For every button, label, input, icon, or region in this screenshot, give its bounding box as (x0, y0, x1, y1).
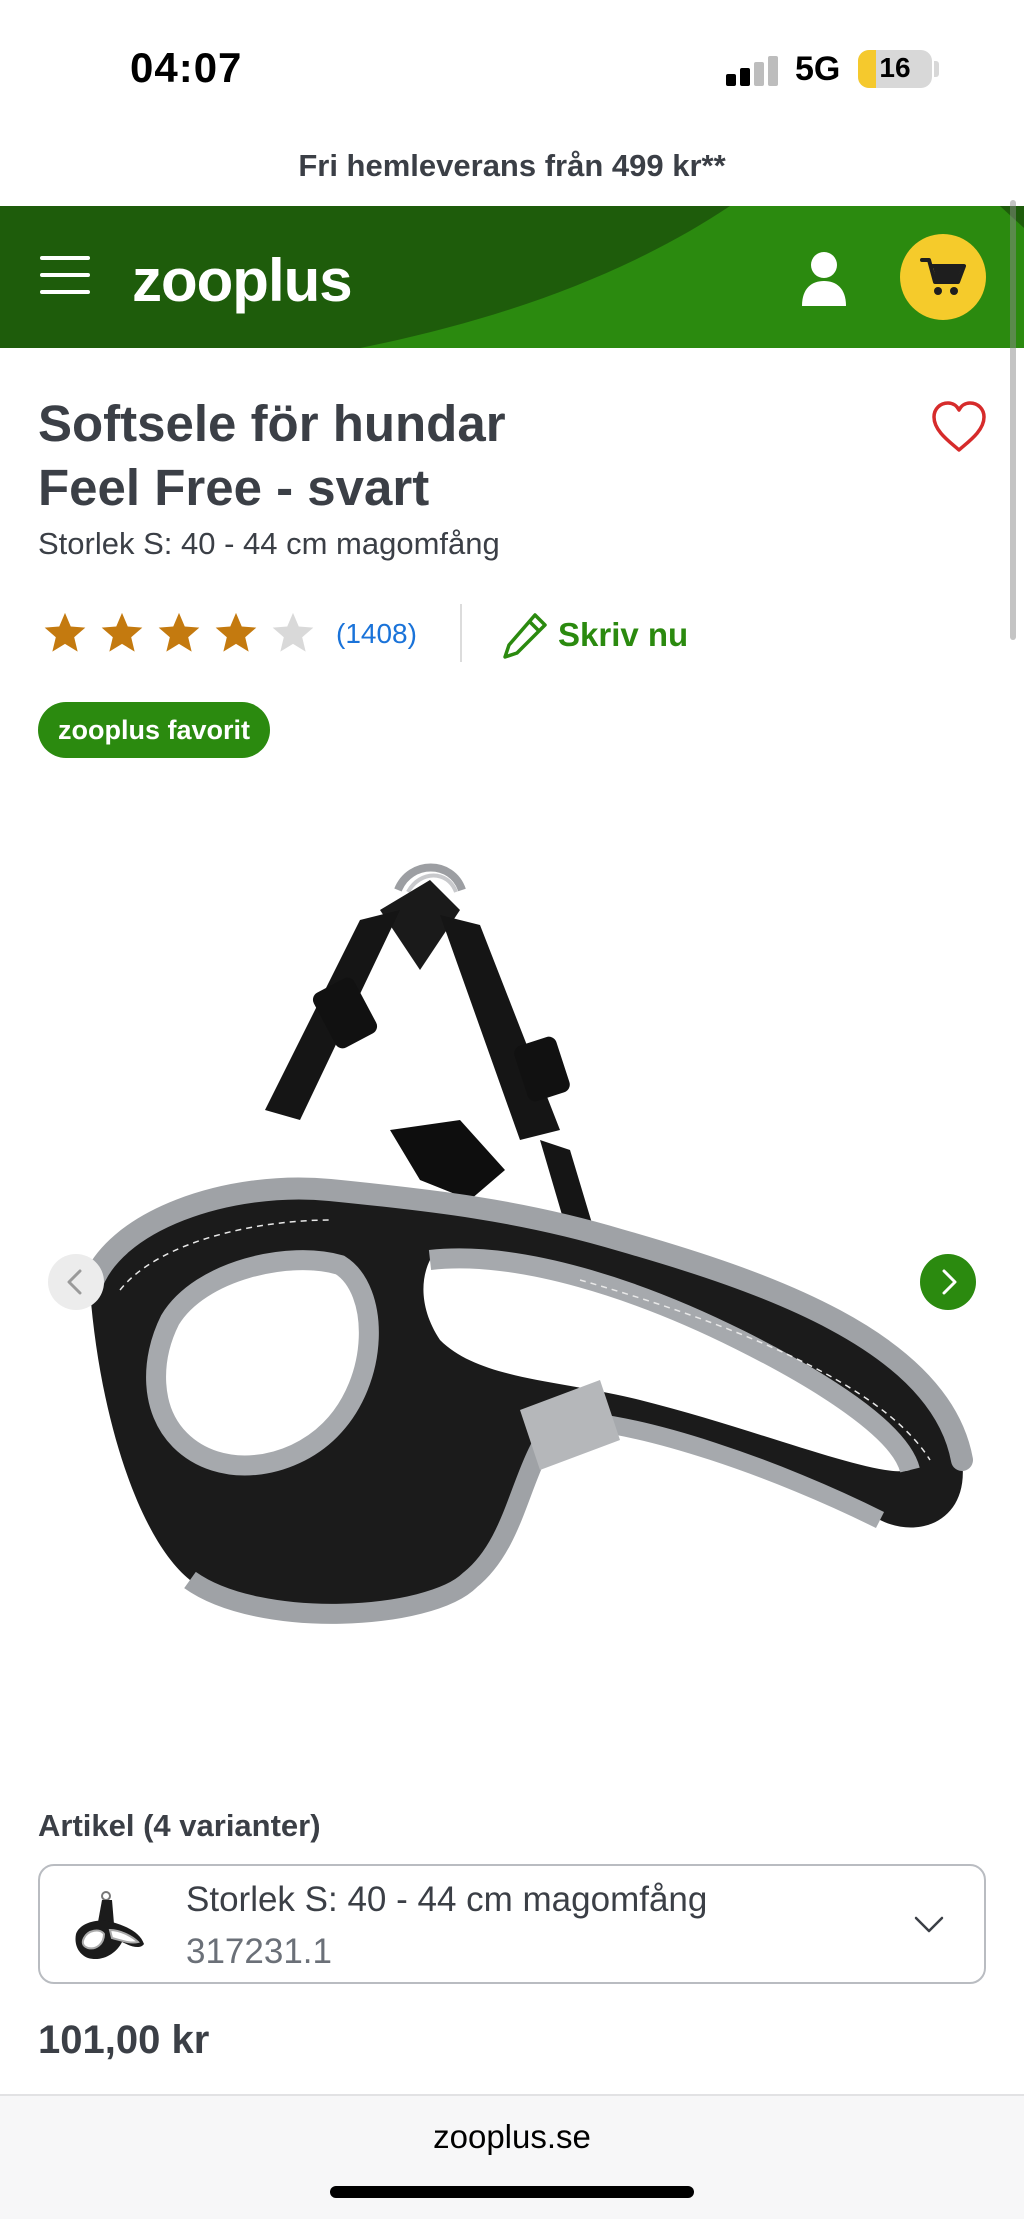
cart-icon (920, 258, 966, 295)
site-header: zooplus (0, 206, 1024, 348)
write-review-label: Skriv nu (558, 616, 689, 653)
menu-button[interactable] (40, 256, 90, 296)
cart-button[interactable] (900, 234, 986, 320)
battery-level: 16 (879, 52, 911, 83)
variant-dropdown[interactable]: Storlek S: 40 - 44 cm magomfång 317231.1 (38, 1864, 986, 1984)
variant-thumbnail (75, 1891, 144, 1960)
status-time: 04:07 (130, 44, 243, 91)
page-scrollbar[interactable] (1010, 200, 1016, 640)
battery-tip (934, 61, 939, 77)
variant-name: Storlek S: 40 - 44 cm magomfång (186, 1880, 708, 1919)
review-count-link[interactable]: (1408) (336, 618, 417, 650)
browser-url[interactable]: zooplus.se (0, 2118, 1024, 2156)
user-icon (802, 252, 846, 306)
delivery-promo[interactable]: Fri hemleverans från 499 kr** (0, 148, 1024, 184)
browser-address-bar[interactable]: zooplus.se (0, 2094, 1024, 2219)
status-bar: 04:07 5G 16 (0, 0, 1024, 140)
product-image (79, 863, 973, 1624)
home-indicator[interactable] (330, 2186, 694, 2198)
gallery-prev-button[interactable] (48, 1254, 104, 1310)
variant-heading: Artikel (4 varianter) (38, 1808, 321, 1843)
star-filled-icon (215, 612, 257, 652)
product-title: Softsele för hundar Feel Free - svart (38, 392, 838, 520)
star-empty-icon (272, 612, 314, 652)
product-price: 101,00 kr (38, 2018, 210, 2062)
pencil-icon (503, 613, 547, 659)
gallery-next-button[interactable] (920, 1254, 976, 1310)
wishlist-button[interactable] (930, 400, 988, 454)
star-filled-icon (158, 612, 200, 652)
battery-icon: 16 (858, 50, 932, 88)
product-subtitle: Storlek S: 40 - 44 cm magomfång (38, 526, 500, 561)
chevron-left-icon (67, 1269, 82, 1295)
star-filled-icon (101, 612, 143, 652)
chevron-down-icon (914, 1916, 944, 1933)
product-title-line2: Feel Free - svart (38, 459, 430, 516)
star-filled-icon (44, 612, 86, 652)
variant-code: 317231.1 (186, 1932, 332, 1971)
cellular-signal-icon (726, 56, 780, 86)
hamburger-icon (40, 256, 90, 260)
network-type: 5G (795, 50, 841, 88)
chevron-right-icon (942, 1269, 957, 1295)
product-title-line1: Softsele för hundar (38, 395, 506, 452)
rating-divider (460, 604, 462, 662)
heart-icon (932, 401, 986, 452)
zooplus-logo[interactable]: zooplus (132, 246, 353, 315)
product-image-gallery[interactable] (0, 820, 1024, 1720)
favorite-badge: zooplus favorit (38, 702, 271, 758)
account-button[interactable] (798, 250, 850, 306)
